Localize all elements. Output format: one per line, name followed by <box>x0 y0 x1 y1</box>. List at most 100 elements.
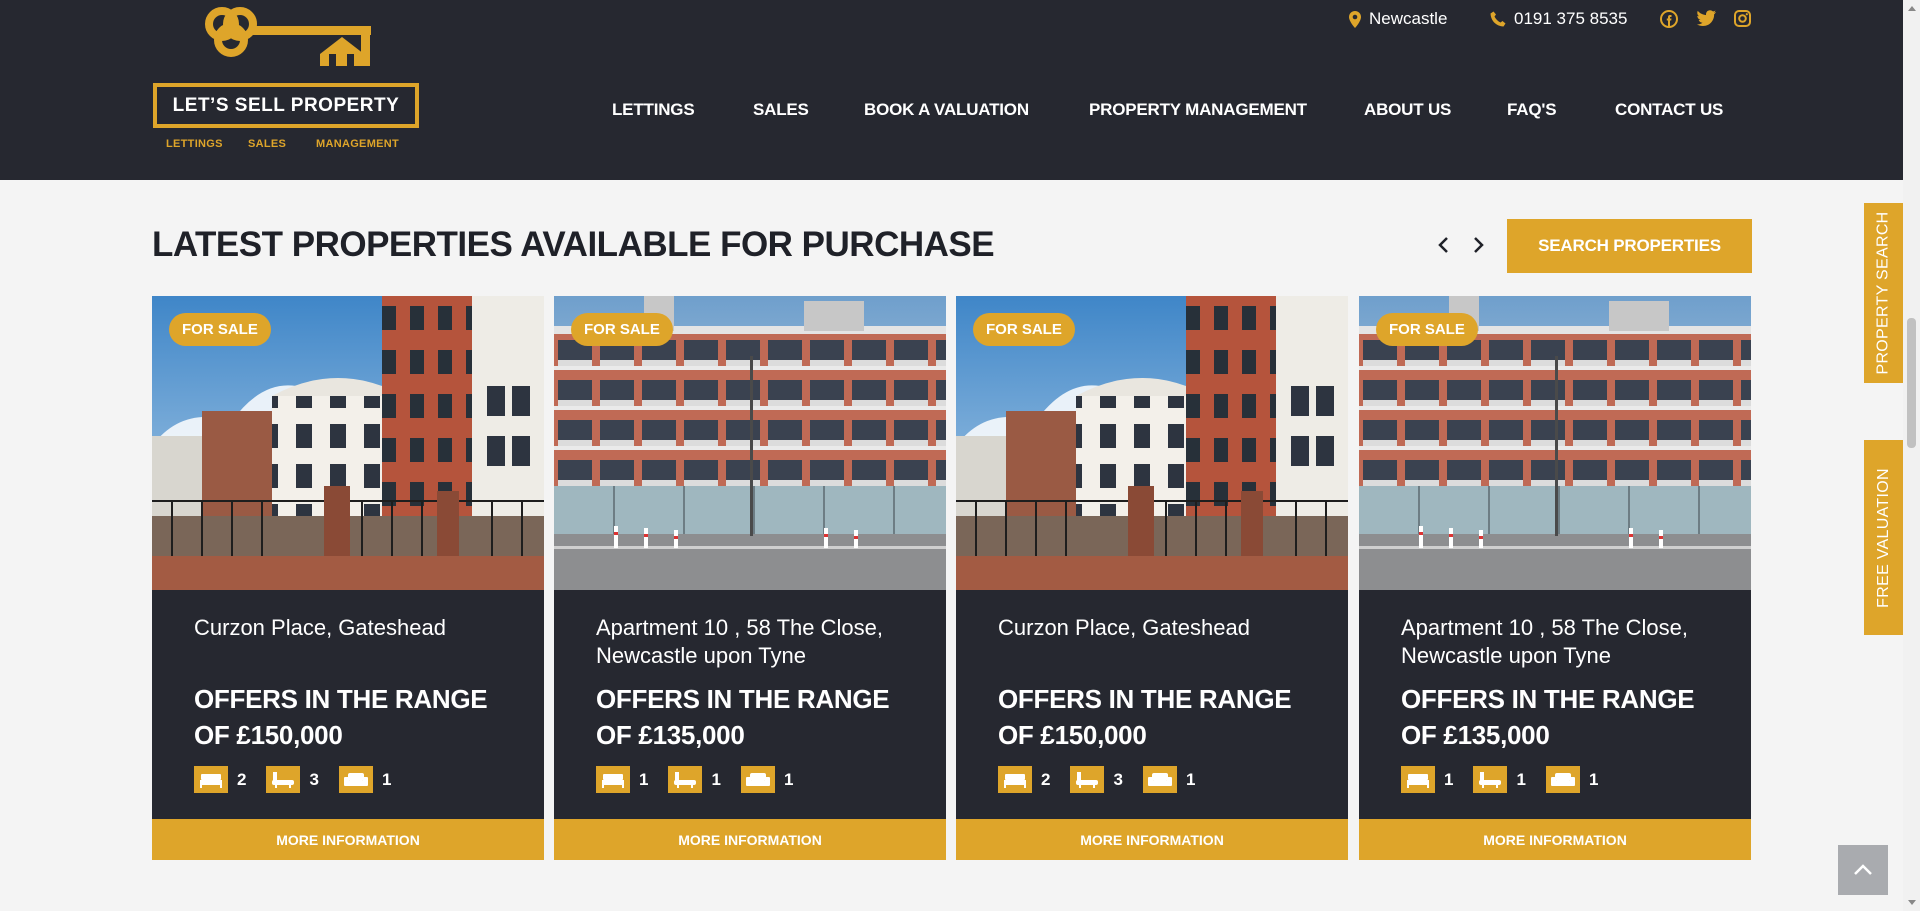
property-card[interactable]: FOR SALE Curzon Place, Gateshead OFFERS … <box>152 296 544 860</box>
bath-icon <box>1473 766 1508 793</box>
search-properties-button[interactable]: SEARCH PROPERTIES <box>1507 219 1752 273</box>
twitter-icon <box>1697 10 1716 26</box>
nav-book-a-valuation[interactable]: BOOK A VALUATION <box>864 100 1029 120</box>
receptions-feature: 1 <box>1545 766 1599 793</box>
bedrooms-count: 1 <box>1444 769 1454 789</box>
logo-sub-sales: SALES <box>248 138 287 150</box>
property-search-tab-label: PROPERTY SEARCH <box>1874 211 1892 375</box>
bed-icon <box>194 766 228 793</box>
bedrooms-count: 2 <box>237 769 247 789</box>
bathrooms-feature: 1 <box>668 766 721 793</box>
property-price: OFFERS IN THE RANGE OF £150,000 <box>194 684 488 750</box>
scrollbar-thumb[interactable] <box>1907 318 1916 448</box>
bathrooms-feature: 1 <box>1473 766 1526 793</box>
property-card[interactable]: FOR SALE Curzon Place, Gateshead OFFERS … <box>956 296 1348 860</box>
for-sale-badge: FOR SALE <box>571 313 673 346</box>
more-information-button[interactable]: MORE INFORMATION <box>152 819 544 860</box>
property-card[interactable]: FOR SALE Apartment 10 , 58 The Close, Ne… <box>554 296 946 860</box>
bedrooms-count: 2 <box>1041 769 1051 789</box>
phone-link[interactable]: 0191 375 8535 <box>1490 9 1627 29</box>
section-title: LATEST PROPERTIES AVAILABLE FOR PURCHASE <box>152 225 995 264</box>
receptions-feature: 1 <box>740 766 794 793</box>
property-features: 1 1 1 <box>1401 766 1618 793</box>
for-sale-badge: FOR SALE <box>973 313 1075 346</box>
bedrooms-count: 1 <box>639 769 649 789</box>
property-features: 2 3 1 <box>998 766 1215 793</box>
more-information-button[interactable]: MORE INFORMATION <box>956 819 1348 860</box>
carousel-prev-button[interactable] <box>1431 233 1455 257</box>
bathrooms-count: 3 <box>1113 769 1123 789</box>
property-price: OFFERS IN THE RANGE OF £150,000 <box>998 684 1292 750</box>
bathrooms-feature: 3 <box>1070 766 1123 793</box>
sofa-icon <box>1545 766 1580 793</box>
property-card[interactable]: FOR SALE Apartment 10 , 58 The Close, Ne… <box>1359 296 1751 860</box>
property-address[interactable]: Curzon Place, Gateshead <box>998 614 1328 642</box>
carousel-next-button[interactable] <box>1467 233 1491 257</box>
sofa-icon <box>740 766 775 793</box>
nav-about-us[interactable]: ABOUT US <box>1364 100 1451 120</box>
for-sale-badge: FOR SALE <box>169 313 271 346</box>
property-photo[interactable]: FOR SALE <box>956 296 1348 590</box>
property-photo[interactable]: FOR SALE <box>1359 296 1751 590</box>
bathrooms-feature: 3 <box>266 766 319 793</box>
property-address[interactable]: Curzon Place, Gateshead <box>194 614 524 642</box>
property-features: 1 1 1 <box>596 766 813 793</box>
sofa-icon <box>1142 766 1177 793</box>
location-link[interactable]: Newcastle <box>1349 9 1447 29</box>
bedrooms-feature: 2 <box>998 766 1050 793</box>
bath-icon <box>266 766 301 793</box>
bath-icon <box>668 766 703 793</box>
receptions-count: 1 <box>1588 769 1599 789</box>
property-photo[interactable]: FOR SALE <box>152 296 544 590</box>
receptions-feature: 1 <box>338 766 392 793</box>
nav-contact-us[interactable]: CONTACT US <box>1615 100 1723 120</box>
property-address[interactable]: Apartment 10 , 58 The Close, Newcastle u… <box>596 614 926 670</box>
property-search-tab[interactable]: PROPERTY SEARCH <box>1864 203 1903 383</box>
nav-sales[interactable]: SALES <box>753 100 809 120</box>
facebook-link[interactable] <box>1660 10 1678 33</box>
back-to-top-button[interactable] <box>1838 845 1888 895</box>
logo-sub-lettings: LETTINGS <box>166 138 223 150</box>
instagram-link[interactable] <box>1734 10 1751 32</box>
receptions-count: 1 <box>1185 769 1196 789</box>
nav-property-management[interactable]: PROPERTY MANAGEMENT <box>1089 100 1307 120</box>
twitter-link[interactable] <box>1697 10 1716 31</box>
logo-sub-management: MANAGEMENT <box>316 138 400 150</box>
more-information-button[interactable]: MORE INFORMATION <box>554 819 946 860</box>
bed-icon <box>1401 766 1435 793</box>
chevron-right-icon <box>1474 237 1484 253</box>
scroll-up-arrow-icon[interactable] <box>1903 0 1920 17</box>
nav-faqs[interactable]: FAQ'S <box>1507 100 1557 120</box>
sofa-icon <box>338 766 373 793</box>
bed-icon <box>596 766 630 793</box>
instagram-icon <box>1734 10 1751 27</box>
bedrooms-feature: 2 <box>194 766 246 793</box>
phone-text: 0191 375 8535 <box>1514 9 1628 28</box>
chevron-up-icon <box>1854 864 1872 875</box>
more-information-button[interactable]: MORE INFORMATION <box>1359 819 1751 860</box>
bedrooms-feature: 1 <box>1401 766 1453 793</box>
property-photo[interactable]: FOR SALE <box>554 296 946 590</box>
scroll-down-arrow-icon[interactable] <box>1903 894 1920 911</box>
location-text: Newcastle <box>1369 9 1448 28</box>
free-valuation-tab[interactable]: FREE VALUATION <box>1864 440 1903 635</box>
bathrooms-count: 3 <box>309 769 319 789</box>
bed-icon <box>998 766 1032 793</box>
site-header: LET’S SELL PROPERTY LETTINGS SALES MANAG… <box>0 0 1903 180</box>
logo-wordmark: LET’S SELL PROPERTY <box>153 83 419 128</box>
property-price: OFFERS IN THE RANGE OF £135,000 <box>1401 684 1695 750</box>
phone-icon <box>1490 11 1506 27</box>
property-address[interactable]: Apartment 10 , 58 The Close, Newcastle u… <box>1401 614 1731 670</box>
page-scrollbar[interactable] <box>1903 0 1920 911</box>
bathrooms-count: 1 <box>1516 769 1526 789</box>
bathrooms-count: 1 <box>711 769 721 789</box>
property-features: 2 3 1 <box>194 766 411 793</box>
top-bar: Newcastle 0191 375 8535 <box>0 9 1903 31</box>
location-pin-icon <box>1349 10 1361 28</box>
nav-lettings[interactable]: LETTINGS <box>612 100 695 120</box>
bath-icon <box>1070 766 1105 793</box>
receptions-count: 1 <box>783 769 794 789</box>
receptions-count: 1 <box>381 769 392 789</box>
receptions-feature: 1 <box>1142 766 1196 793</box>
facebook-icon <box>1660 10 1678 28</box>
